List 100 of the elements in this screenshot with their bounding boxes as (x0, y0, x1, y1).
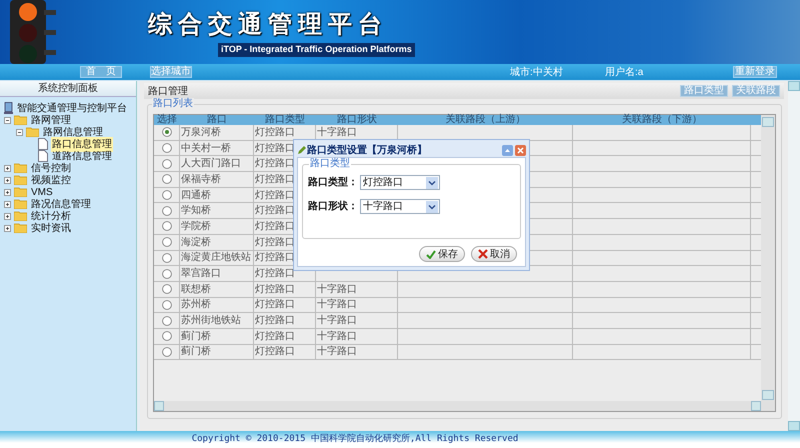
folder-icon (14, 211, 27, 221)
table-cell-text: 灯控路口 (254, 298, 295, 312)
table-cell-text: 保福寺桥 (180, 172, 221, 187)
table-cell-text: 蓟门桥 (180, 330, 211, 344)
expand-icon[interactable] (4, 188, 11, 196)
app-title: 综合交通管理平台 (148, 10, 388, 40)
radio-button[interactable] (162, 190, 172, 200)
city-label: 城市:中关村 (510, 66, 563, 80)
column-header: 路口类型 (264, 115, 306, 125)
folder-icon (14, 187, 27, 197)
tree-item[interactable]: 智能交通管理与控制平台 (16, 100, 128, 116)
table-cell-text: 十字路口 (316, 298, 357, 312)
tree-item[interactable]: 实时资讯 (30, 220, 72, 236)
table-cell-text: 灯控路口 (254, 266, 295, 282)
table-cell-text: 十字路口 (316, 314, 357, 328)
computer-icon (4, 102, 13, 114)
tree-item[interactable]: 视频监控 (30, 172, 72, 188)
column-header: 路口 (206, 115, 228, 125)
cross-icon (478, 249, 488, 259)
user-label: 用户名:a (605, 66, 644, 80)
table-cell-text: 十字路口 (316, 344, 357, 360)
collapse-icon[interactable] (4, 116, 11, 124)
field-label: 路口形状： (308, 200, 358, 214)
table-cell-text: 人大西门路口 (180, 156, 241, 172)
app-subtitle: iTOP - Integrated Traffic Operation Platforms (218, 43, 415, 57)
copyright-text: Copyright © 2010-2015 中国科学院自动化研究所,All Rights Reserved (192, 432, 520, 446)
table-cell-text: 蓟门桥 (180, 344, 211, 360)
table-cell-text: 学院桥 (180, 220, 211, 234)
table-cell-text: 苏州桥 (180, 298, 211, 312)
table-cell-text: 联想桥 (180, 282, 211, 297)
table-cell-text: 灯控路口 (254, 282, 295, 297)
document-icon (38, 138, 48, 150)
tree-item[interactable]: 信号控制 (30, 160, 72, 176)
tree-item[interactable]: 路口信息管理 (51, 136, 113, 152)
collapse-icon[interactable] (16, 128, 23, 136)
select-field[interactable]: 灯控路口 (360, 175, 440, 190)
tree-item[interactable]: 路网信息管理 (42, 124, 104, 140)
radio-button[interactable] (162, 284, 172, 294)
sidebar-title: 系统控制面板 (38, 82, 98, 96)
expand-icon[interactable] (4, 212, 11, 220)
field-label: 路口类型： (308, 176, 358, 190)
radio-button[interactable] (162, 158, 172, 169)
table-cell-text: 苏州街地铁站 (180, 314, 241, 328)
tree-item[interactable]: 统计分析 (30, 208, 72, 224)
expand-icon[interactable] (4, 200, 11, 208)
column-header: 路口形状 (336, 115, 378, 125)
radio-button[interactable] (162, 237, 172, 248)
table-cell-text: 灯控路口 (254, 314, 295, 328)
pencil-icon (297, 146, 306, 154)
tree-item[interactable]: VMS (30, 184, 54, 200)
radio-button[interactable] (162, 206, 172, 216)
radio-button[interactable] (162, 174, 172, 184)
radio-button[interactable] (162, 221, 172, 232)
table-cell-text: 海淀桥 (180, 236, 211, 250)
tree-item[interactable]: 路网管理 (30, 112, 72, 128)
folder-icon (14, 175, 27, 185)
radio-button[interactable] (162, 268, 172, 279)
expand-icon[interactable] (4, 164, 11, 172)
table-cell-text: 灯控路口 (254, 344, 295, 360)
table-cell-text: 万泉河桥 (180, 126, 221, 140)
radio-button[interactable] (162, 316, 172, 326)
folder-icon (26, 127, 39, 137)
folder-icon (14, 223, 27, 233)
table-cell-text: 十字路口 (316, 126, 357, 140)
table-cell-text: 学知桥 (180, 204, 211, 218)
table-cell-text: 海淀黄庄地铁站 (180, 250, 251, 266)
folder-icon (14, 163, 27, 173)
radio-button[interactable] (162, 252, 172, 263)
list-title: 路口列表 (152, 98, 194, 110)
save-button[interactable]: 保存 (419, 246, 465, 262)
radio-button[interactable] (162, 143, 172, 154)
table-cell-text: 十字路口 (316, 330, 357, 344)
tree-item[interactable]: 道路信息管理 (51, 148, 113, 164)
table-cell-text: 中关村一桥 (180, 142, 231, 156)
radio-button[interactable] (162, 300, 172, 310)
radio-button[interactable] (162, 331, 172, 342)
dropdown-icon (426, 176, 438, 188)
table-cell-text: 翠宫路口 (180, 266, 221, 282)
table-cell-text: 四通桥 (180, 188, 211, 203)
radio-button[interactable] (162, 346, 172, 357)
table-cell-text: 十字路口 (316, 282, 357, 297)
close-icon[interactable] (515, 144, 526, 156)
expand-icon[interactable] (4, 176, 11, 184)
panel-title: 路口管理 (148, 84, 188, 98)
column-header: 选择 (156, 115, 178, 125)
table-cell-text: 灯控路口 (254, 330, 295, 344)
dropdown-icon (426, 200, 438, 212)
select-field[interactable]: 十字路口 (360, 199, 440, 214)
cancel-button[interactable]: 取消 (471, 246, 517, 262)
tree-item[interactable]: 路况信息管理 (30, 196, 92, 212)
radio-button[interactable] (162, 127, 172, 138)
folder-icon (14, 115, 27, 125)
folder-icon (14, 199, 27, 209)
column-header: 关联路段（下游） (621, 115, 703, 125)
expand-icon[interactable] (4, 224, 11, 232)
group-title: 路口类型 (309, 158, 351, 170)
table-cell-text: 灯控路口 (254, 126, 295, 140)
document-icon (38, 150, 48, 162)
column-header: 关联路段（上游） (444, 115, 526, 125)
check-icon (426, 250, 436, 258)
